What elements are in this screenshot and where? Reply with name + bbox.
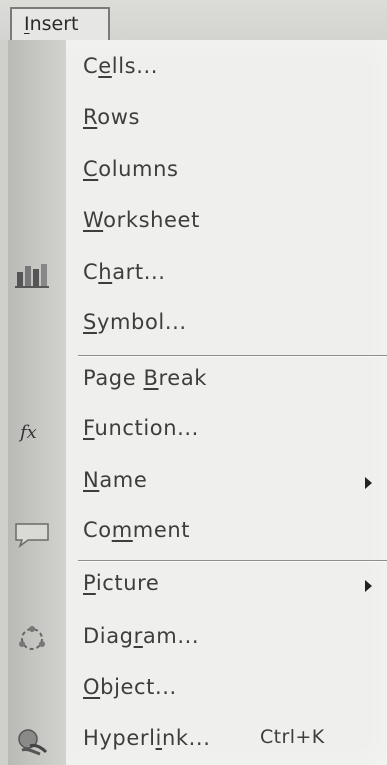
- label-text: am...: [142, 624, 200, 648]
- mnemonic-letter: r: [133, 624, 143, 648]
- menu-item-label: Picture: [83, 571, 159, 595]
- insert-menu-title[interactable]: Insert: [10, 7, 110, 42]
- mnemonic-letter: e: [98, 54, 112, 78]
- label-text: nk...: [161, 726, 211, 750]
- label-text: bject...: [100, 675, 177, 699]
- label-text: icture: [95, 571, 160, 595]
- menu-item-name[interactable]: Name: [8, 460, 387, 506]
- mnemonic-letter: F: [83, 416, 95, 440]
- mnemonic-letter: R: [83, 105, 98, 129]
- label-text: Co: [83, 518, 112, 542]
- mnemonic-letter: S: [83, 310, 97, 334]
- label-text: Diag: [83, 624, 134, 648]
- menu-item-label: Cells...: [83, 54, 158, 78]
- menu-item-label: Comment: [83, 518, 190, 542]
- label-text: olumns: [98, 157, 179, 181]
- label-text: orksheet: [103, 208, 200, 232]
- menu-item-label: Symbol...: [83, 310, 187, 334]
- label-text: art...: [112, 260, 166, 284]
- label-text: unction...: [94, 416, 199, 440]
- label-text: C: [83, 260, 99, 284]
- menu-item-label: Hyperlink...: [83, 726, 210, 750]
- menu-item-cells[interactable]: Cells...: [8, 46, 387, 92]
- menu-item-chart[interactable]: Chart...: [8, 252, 387, 298]
- function-icon: fx: [14, 416, 50, 446]
- label-text: Hyperl: [83, 726, 156, 750]
- menu-item-worksheet[interactable]: Worksheet: [8, 200, 387, 246]
- diagram-icon: [14, 624, 50, 654]
- menu-item-label: Name: [83, 468, 147, 492]
- shortcut-label: Ctrl+K: [260, 726, 325, 748]
- label-text: ment: [132, 518, 191, 542]
- label-text: C: [83, 54, 99, 78]
- hyperlink-icon: [14, 726, 50, 756]
- submenu-arrow-icon: [365, 580, 372, 592]
- label-text: ows: [97, 105, 141, 129]
- menu-item-label: Function...: [83, 416, 199, 440]
- label-text: ymbol...: [96, 310, 187, 334]
- mnemonic-letter: C: [83, 157, 99, 181]
- menu-item-columns[interactable]: Columns: [8, 149, 387, 195]
- mnemonic-letter: h: [98, 260, 113, 284]
- menu-item-label: Object...: [83, 675, 177, 699]
- menu-separator: [78, 560, 387, 562]
- menu-item-label: Worksheet: [83, 208, 200, 232]
- mnemonic-letter: P: [83, 571, 96, 595]
- insert-menu-title-rest: nsert: [29, 13, 79, 35]
- label-text: reak: [158, 366, 208, 390]
- menu-item-label: Page Break: [83, 366, 207, 390]
- menu-item-function[interactable]: fx Function...: [8, 408, 387, 454]
- mnemonic-letter: m: [111, 518, 133, 542]
- menu-item-picture[interactable]: Picture: [8, 563, 387, 609]
- menu-item-label: Diagram...: [83, 624, 199, 648]
- menu-item-object[interactable]: Object...: [8, 667, 387, 713]
- svg-text:fx: fx: [18, 422, 37, 443]
- chart-icon: [14, 260, 50, 290]
- label-text: Page: [83, 366, 144, 390]
- window-edge: [0, 40, 8, 765]
- menu-item-label: Chart...: [83, 260, 166, 284]
- mnemonic-letter: N: [83, 468, 100, 492]
- menu-item-page-break[interactable]: Page Break: [8, 358, 387, 404]
- menu-item-hyperlink[interactable]: Hyperlink... Ctrl+K: [8, 718, 387, 764]
- mnemonic-letter: O: [83, 675, 101, 699]
- menu-item-symbol[interactable]: Symbol...: [8, 302, 387, 348]
- label-text: lls...: [111, 54, 159, 78]
- submenu-arrow-icon: [365, 477, 372, 489]
- mnemonic-letter: B: [143, 366, 159, 390]
- menu-separator: [78, 355, 387, 357]
- comment-icon: [14, 518, 50, 549]
- mnemonic-letter: W: [83, 208, 104, 232]
- menu-item-label: Columns: [83, 157, 179, 181]
- menu-item-label: Rows: [83, 105, 140, 129]
- menu-item-diagram[interactable]: Diagram...: [8, 616, 387, 662]
- menu-item-comment[interactable]: Comment: [8, 510, 387, 556]
- menu-item-rows[interactable]: Rows: [8, 97, 387, 143]
- menu-bar: Insert: [0, 0, 387, 42]
- insert-menu-dropdown: Cells... Rows Columns Worksheet Chart... Symb…: [8, 40, 387, 765]
- label-text: ame: [99, 468, 148, 492]
